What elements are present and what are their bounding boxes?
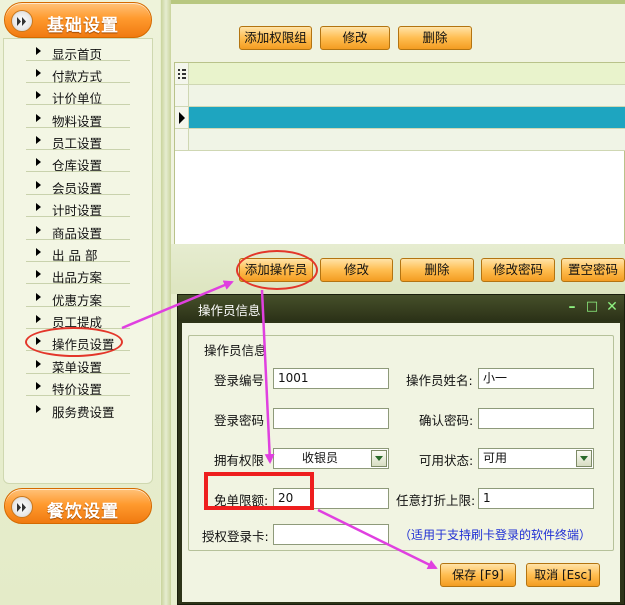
dialog-title-bar[interactable]: 操作员信息 – □ ✕ [178, 295, 624, 321]
login-id-label: 登录编号 [214, 373, 265, 388]
nav-item-service-fee[interactable]: 服务费设置 [26, 400, 130, 420]
section-title: 餐饮设置 [47, 502, 119, 522]
arrow-icon [36, 91, 41, 99]
nav-item-staff[interactable]: 员工设置 [26, 131, 130, 151]
add-permission-group-button[interactable]: 添加权限组 [239, 26, 312, 50]
arrow-icon [36, 293, 41, 301]
reset-password-button[interactable]: 置空密码 [561, 258, 625, 282]
nav-item-payment[interactable]: 付款方式 [26, 64, 130, 84]
arrow-icon [36, 136, 41, 144]
expand-icon[interactable] [11, 496, 33, 518]
arrow-icon [36, 315, 41, 323]
change-password-button[interactable]: 修改密码 [481, 258, 555, 282]
group-title: 操作员信息 [201, 340, 270, 359]
login-id-field[interactable]: 1001 [273, 368, 389, 389]
close-icon[interactable]: ✕ [603, 298, 621, 316]
minimize-icon[interactable]: – [563, 298, 581, 316]
edit-group-button[interactable]: 修改 [320, 26, 390, 50]
confirm-password-field[interactable] [478, 408, 594, 429]
table-row-selected[interactable] [175, 107, 625, 129]
dialog-body: 登录编号 1001 操作员姓名: 小一 登录密码 确认密码: 拥有权限 收银员 … [182, 323, 620, 602]
chevron-down-icon[interactable] [371, 450, 387, 467]
delete-operator-button[interactable]: 删除 [400, 258, 474, 282]
left-nav-panel: 基础设置 显示首页 付款方式 计价单位 物料设置 员工设置 仓库设置 会员设置 … [0, 0, 160, 605]
table-row[interactable] [175, 85, 625, 107]
nav-item-output-dept[interactable]: 出 品 部 [26, 243, 130, 263]
nav-item-member[interactable]: 会员设置 [26, 176, 130, 196]
arrow-icon [36, 382, 41, 390]
confirm-password-label: 确认密码: [419, 413, 474, 428]
nav-item-home[interactable]: 显示首页 [26, 42, 130, 62]
arrow-icon [36, 69, 41, 77]
section-title: 基础设置 [47, 16, 119, 36]
auth-card-field[interactable] [273, 524, 389, 545]
cancel-button[interactable]: 取消 [Esc] [526, 563, 600, 587]
dialog-title: 操作员信息 [198, 303, 261, 318]
annotation-circle [25, 327, 123, 357]
role-label: 拥有权限 [214, 453, 265, 468]
operator-name-label: 操作员姓名: [406, 373, 473, 388]
arrow-icon [36, 47, 41, 55]
permission-group-grid[interactable] [174, 62, 625, 245]
table-row[interactable] [175, 129, 625, 151]
collapse-icon[interactable] [11, 10, 33, 32]
arrow-icon [36, 360, 41, 368]
nav-item-special-price[interactable]: 特价设置 [26, 377, 130, 397]
arrow-icon [36, 226, 41, 234]
auth-card-label: 授权登录卡: [202, 529, 269, 544]
grid-header-icon [175, 63, 189, 84]
arrow-icon [36, 114, 41, 122]
chevron-down-icon[interactable] [576, 450, 592, 467]
role-select[interactable]: 收银员 [273, 448, 389, 469]
arrow-icon [36, 181, 41, 189]
maximize-icon[interactable]: □ [583, 298, 601, 316]
arrow-icon [36, 248, 41, 256]
operator-info-dialog: 操作员信息 – □ ✕ 登录编号 1001 操作员姓名: 小一 登录密码 确认密… [177, 294, 625, 605]
current-row-icon [179, 112, 185, 124]
status-label: 可用状态: [419, 453, 474, 468]
nav-item-discount-plan[interactable]: 优惠方案 [26, 288, 130, 308]
nav-item-unit[interactable]: 计价单位 [26, 86, 130, 106]
password-field[interactable] [273, 408, 389, 429]
grid-header [175, 63, 625, 85]
arrow-icon [36, 203, 41, 211]
nav-item-warehouse[interactable]: 仓库设置 [26, 153, 130, 173]
nav-item-output-plan[interactable]: 出品方案 [26, 265, 130, 285]
edit-operator-button[interactable]: 修改 [320, 258, 393, 282]
annotation-circle [236, 250, 318, 290]
status-select-value: 可用 [483, 451, 508, 465]
nav-list: 显示首页 付款方式 计价单位 物料设置 员工设置 仓库设置 会员设置 计时设置 … [3, 38, 153, 484]
discount-limit-field[interactable]: 1 [478, 488, 594, 509]
card-hint-text: （适用于支持刷卡登录的软件终端） [399, 528, 592, 542]
save-button[interactable]: 保存 [F9] [440, 563, 516, 587]
password-label: 登录密码 [214, 413, 265, 428]
permission-group-panel: 添加权限组 修改 删除 [171, 0, 625, 245]
section-header-basic-settings[interactable]: 基础设置 [4, 2, 152, 38]
role-select-value: 收银员 [302, 451, 339, 465]
nav-item-material[interactable]: 物料设置 [26, 109, 130, 129]
arrow-icon [36, 405, 41, 413]
annotation-box [204, 472, 314, 510]
operator-name-field[interactable]: 小一 [478, 368, 594, 389]
section-header-dining-settings[interactable]: 餐饮设置 [4, 488, 152, 524]
operator-info-group: 登录编号 1001 操作员姓名: 小一 登录密码 确认密码: 拥有权限 收银员 … [188, 335, 614, 551]
delete-group-button[interactable]: 删除 [398, 26, 472, 50]
status-select[interactable]: 可用 [478, 448, 594, 469]
discount-limit-label: 任意打折上限: [396, 493, 476, 508]
splitter[interactable] [161, 0, 171, 605]
arrow-icon [36, 158, 41, 166]
arrow-icon [36, 270, 41, 278]
nav-item-timer[interactable]: 计时设置 [26, 198, 130, 218]
nav-item-menu[interactable]: 菜单设置 [26, 355, 130, 375]
nav-item-product[interactable]: 商品设置 [26, 221, 130, 241]
